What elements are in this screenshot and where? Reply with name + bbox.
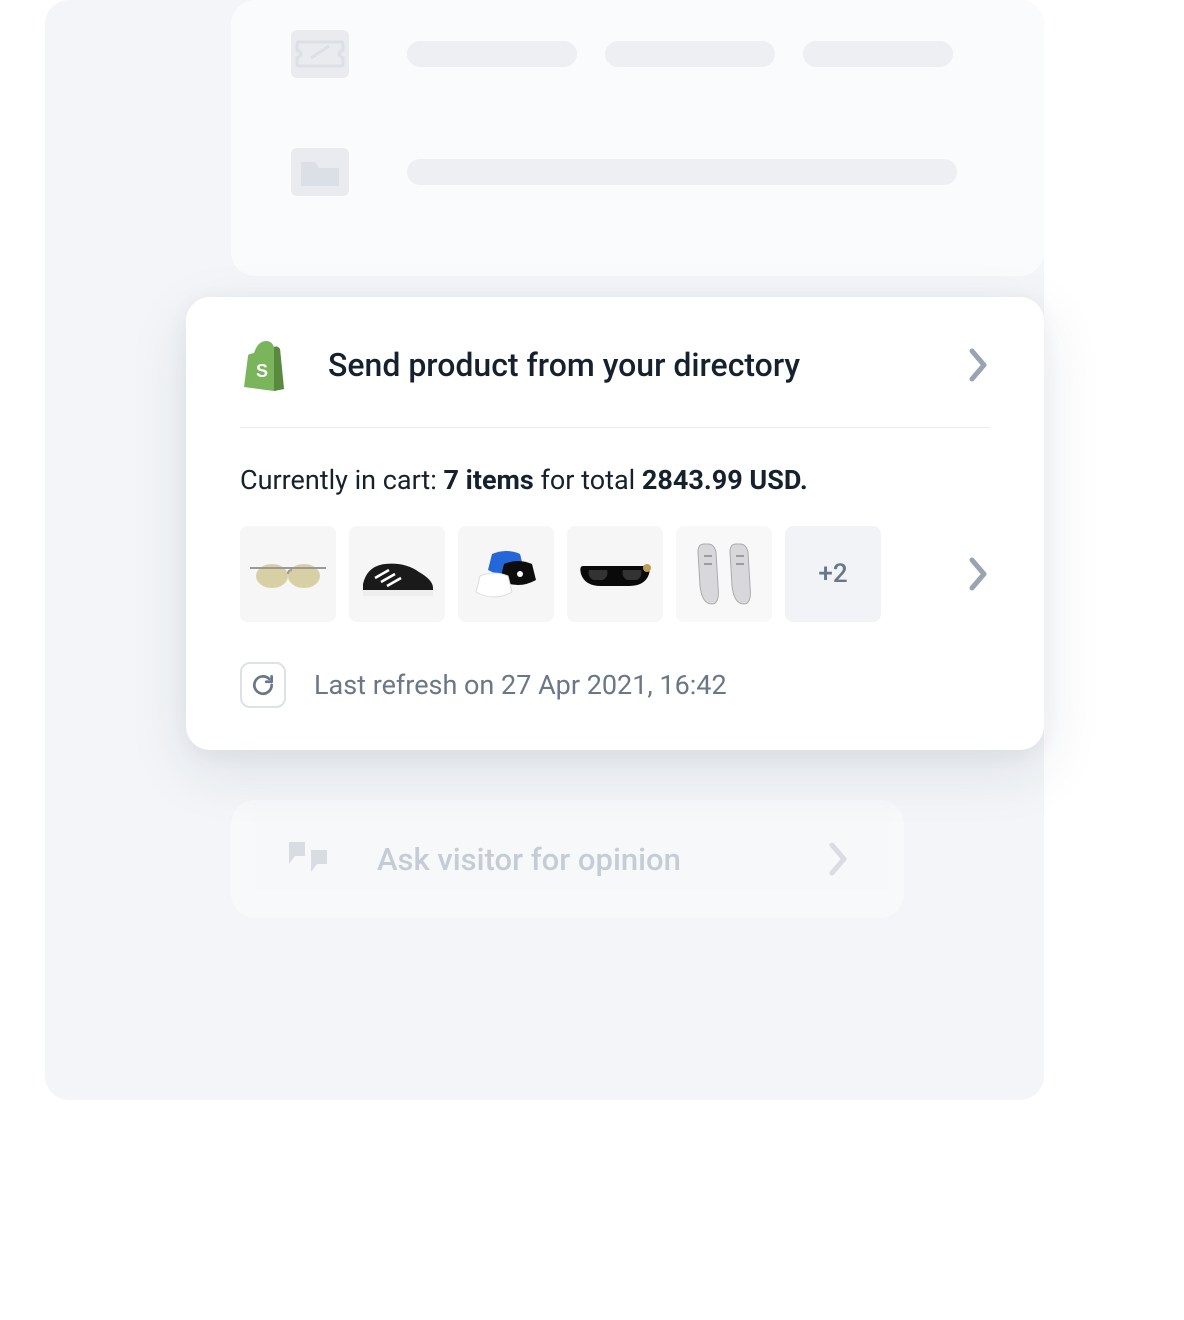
product-thumb-sunglasses-aviator[interactable] bbox=[240, 526, 336, 622]
folder-icon-placeholder bbox=[291, 148, 349, 196]
chevron-right-icon[interactable] bbox=[968, 556, 990, 592]
placeholder-panel bbox=[231, 0, 1044, 276]
cart-items-count: 7 items bbox=[443, 464, 533, 496]
cart-total: 2843.99 USD. bbox=[642, 464, 808, 496]
product-thumb-sunglasses-shield[interactable] bbox=[567, 526, 663, 622]
product-overflow-count[interactable]: +2 bbox=[785, 526, 881, 622]
cart-label: Currently in cart: bbox=[240, 464, 437, 496]
product-thumb-sneaker-black[interactable] bbox=[349, 526, 445, 622]
refresh-row: Last refresh on 27 Apr 2021, 16:42 bbox=[240, 662, 990, 708]
cart-summary: Currently in cart: 7 items for total 284… bbox=[240, 464, 990, 496]
refresh-icon bbox=[250, 672, 276, 698]
overflow-label: +2 bbox=[818, 559, 847, 589]
shopify-icon: S bbox=[240, 339, 288, 391]
cart-for-total: for total bbox=[541, 464, 636, 496]
shopify-product-card: S Send product from your directory Curre… bbox=[186, 297, 1044, 750]
placeholder-row-1 bbox=[291, 30, 984, 78]
card-header[interactable]: S Send product from your directory bbox=[240, 339, 990, 428]
chevron-right-icon[interactable] bbox=[968, 347, 990, 383]
placeholder-pills-1 bbox=[407, 41, 984, 67]
placeholder-row-2 bbox=[291, 148, 984, 196]
svg-text:S: S bbox=[256, 361, 268, 381]
refresh-timestamp: Last refresh on 27 Apr 2021, 16:42 bbox=[314, 669, 727, 701]
ticket-icon-placeholder bbox=[291, 30, 349, 78]
quote-icon bbox=[285, 838, 333, 880]
product-thumb-face-masks[interactable] bbox=[458, 526, 554, 622]
placeholder-line bbox=[407, 159, 957, 185]
opinion-card[interactable]: Ask visitor for opinion bbox=[231, 800, 904, 918]
products-row: +2 bbox=[240, 526, 990, 622]
opinion-title: Ask visitor for opinion bbox=[377, 841, 784, 878]
card-title: Send product from your directory bbox=[328, 346, 928, 384]
refresh-button[interactable] bbox=[240, 662, 286, 708]
placeholder-pill bbox=[803, 41, 953, 67]
placeholder-pill bbox=[605, 41, 775, 67]
placeholder-pill bbox=[407, 41, 577, 67]
product-thumb-sneakers-silver[interactable] bbox=[676, 526, 772, 622]
chevron-right-icon bbox=[828, 841, 850, 877]
